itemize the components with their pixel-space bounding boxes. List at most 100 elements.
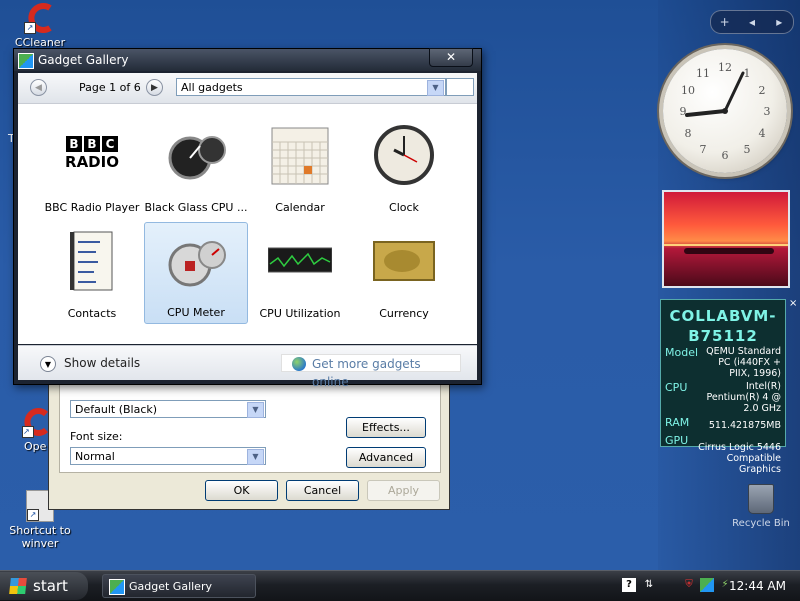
cpu-meter-icon xyxy=(168,241,226,287)
svg-text:2: 2 xyxy=(759,84,766,97)
recycle-bin[interactable]: Recycle Bin xyxy=(728,484,794,529)
svg-text:5: 5 xyxy=(744,143,751,156)
gadget-tile[interactable]: CPU Utilization xyxy=(248,222,352,324)
slideshow-gadget[interactable] xyxy=(662,190,790,288)
network-icon[interactable]: ⇅ xyxy=(642,578,656,592)
svg-text:1: 1 xyxy=(744,67,751,80)
security-shield-icon[interactable]: ⛨ xyxy=(682,578,696,592)
gadget-label: CPU Utilization xyxy=(259,307,341,320)
gadget-grid: B B C RADIO BBC Radio Player Black Glass… xyxy=(18,104,477,344)
shortcut-arrow-icon: ↗ xyxy=(24,22,36,34)
gadget-tile[interactable]: Contacts xyxy=(40,222,144,324)
system-info-gadget[interactable]: COLLABVM- B75112 Model QEMU Standard PC … xyxy=(660,299,786,475)
gpu-row: GPU Cirrus Logic 5446 Compatible Graphic… xyxy=(665,434,781,475)
taskbar-clock[interactable]: 12:44 AM xyxy=(729,579,786,593)
gadget-gallery-icon xyxy=(109,579,125,595)
svg-text:12: 12 xyxy=(718,61,732,74)
gadget-tile[interactable]: B B C RADIO BBC Radio Player xyxy=(40,116,144,218)
photo-island xyxy=(684,248,774,254)
next-page-button[interactable]: ▶ xyxy=(146,79,163,96)
system-tray: ? ⇅ ⛨ ⚡ 12:44 AM xyxy=(612,574,800,598)
cpu-row: CPU Intel(R) Pentium(R) 4 @ 2.0 GHz xyxy=(665,381,781,414)
gadget-label: Clock xyxy=(389,201,419,214)
cpu-utilization-icon xyxy=(268,247,332,273)
clock-gadget[interactable]: 12 1 2 345 678 9 10 11 xyxy=(663,49,787,173)
svg-text:4: 4 xyxy=(759,127,766,140)
desktop-icon-label: Shortcut to winver xyxy=(9,524,71,550)
gallery-footer: ▼ Show details Get more gadgets online xyxy=(18,345,477,389)
prev-button[interactable]: ◂ xyxy=(738,15,765,29)
photo-horizon xyxy=(664,244,788,246)
get-more-gadgets-link[interactable]: Get more gadgets online xyxy=(281,354,461,389)
add-gadget-button[interactable]: + xyxy=(711,15,738,29)
effects-button[interactable]: Effects... xyxy=(346,417,426,438)
gadget-label: BBC Radio Player xyxy=(44,201,140,214)
ccleaner-icon: ↗ xyxy=(24,2,56,34)
svg-text:11: 11 xyxy=(696,67,710,80)
advanced-button[interactable]: Advanced xyxy=(346,447,426,468)
page-indicator: Page 1 of 6 xyxy=(79,81,141,94)
svg-text:6: 6 xyxy=(722,149,729,162)
title-bar[interactable]: Gadget Gallery xyxy=(14,49,481,71)
category-select[interactable]: All gadgets ▼ xyxy=(176,78,446,96)
show-details-toggle[interactable]: Show details xyxy=(64,356,140,370)
cancel-button[interactable]: Cancel xyxy=(286,480,359,501)
apply-button[interactable]: Apply xyxy=(367,480,440,501)
sysinfo-close-button[interactable]: × xyxy=(789,298,799,310)
gadget-tile[interactable]: Currency xyxy=(352,222,456,324)
color-scheme-select[interactable]: Default (Black) ▼ xyxy=(70,400,266,418)
calendar-icon xyxy=(271,127,329,185)
gadget-tile[interactable]: Black Glass CPU ... xyxy=(144,116,248,218)
windows-logo-icon xyxy=(9,578,27,594)
recycle-bin-label: Recycle Bin xyxy=(732,518,790,529)
appearance-dialog: Default (Black) ▼ Font size: Normal ▼ Ef… xyxy=(48,366,450,510)
hostname: COLLABVM- B75112 xyxy=(669,307,777,345)
chevron-down-icon: ▼ xyxy=(247,402,264,418)
help-icon[interactable]: ? xyxy=(622,578,636,592)
model-row: Model QEMU Standard PC (i440FX + PIIX, 1… xyxy=(665,346,781,379)
gadget-tile-selected[interactable]: CPU Meter xyxy=(144,222,248,324)
contacts-icon xyxy=(70,231,113,291)
bbc-radio-icon: B B C RADIO xyxy=(65,136,119,171)
ram-row: RAM 511.421875MB xyxy=(665,416,781,431)
font-size-label: Font size: xyxy=(70,430,123,443)
next-button[interactable]: ▸ xyxy=(766,15,793,29)
taskbar: start Gadget Gallery ? ⇅ ⛨ ⚡ 12:44 AM xyxy=(0,570,800,601)
svg-text:10: 10 xyxy=(681,84,695,97)
desktop-icon-ccleaner[interactable]: ↗ CCleaner xyxy=(4,2,76,49)
svg-text:3: 3 xyxy=(764,105,771,118)
ok-button[interactable]: OK xyxy=(205,480,278,501)
gadget-label: Black Glass CPU ... xyxy=(144,201,248,214)
sidebar-controls: + ◂ ▸ xyxy=(710,10,794,34)
svg-text:8: 8 xyxy=(685,127,692,140)
gadget-gallery-icon xyxy=(18,53,34,69)
globe-icon xyxy=(292,357,306,371)
gadget-gallery-window: Gadget Gallery ✕ ◀ Page 1 of 6 ▶ All gad… xyxy=(13,48,482,389)
taskbar-item-gadget-gallery[interactable]: Gadget Gallery xyxy=(102,574,256,598)
font-size-select[interactable]: Normal ▼ xyxy=(70,447,266,465)
gadget-tile[interactable]: Calendar xyxy=(248,116,352,218)
close-button[interactable]: ✕ xyxy=(429,48,473,67)
svg-text:7: 7 xyxy=(700,143,707,156)
gadget-label: CPU Meter xyxy=(167,306,225,319)
clock-icon xyxy=(374,125,434,185)
shortcut-arrow-icon: ↗ xyxy=(27,509,39,521)
start-button[interactable]: start xyxy=(0,572,88,600)
gadget-label: Contacts xyxy=(67,307,117,320)
recycle-bin-icon xyxy=(748,484,774,514)
currency-icon xyxy=(373,241,435,281)
gadget-label: Currency xyxy=(379,307,429,320)
prev-page-button[interactable]: ◀ xyxy=(30,79,47,96)
gadget-tray-icon[interactable] xyxy=(700,578,714,592)
gallery-toolbar: ◀ Page 1 of 6 ▶ All gadgets ▼ xyxy=(18,73,477,104)
shortcut-arrow-icon: ↗ xyxy=(22,426,34,438)
chevron-down-icon[interactable]: ▼ xyxy=(40,356,56,372)
appearance-panel: Default (Black) ▼ Font size: Normal ▼ Ef… xyxy=(59,375,441,473)
window-title: Gadget Gallery xyxy=(38,53,129,67)
chevron-down-icon: ▼ xyxy=(427,80,444,96)
gadget-label: Calendar xyxy=(275,201,325,214)
gadget-tile[interactable]: Clock xyxy=(352,116,456,218)
black-glass-cpu-icon xyxy=(168,136,226,180)
clock-face-icon: 12 12 345 678 91011 xyxy=(680,61,771,162)
search-box[interactable] xyxy=(446,78,474,96)
